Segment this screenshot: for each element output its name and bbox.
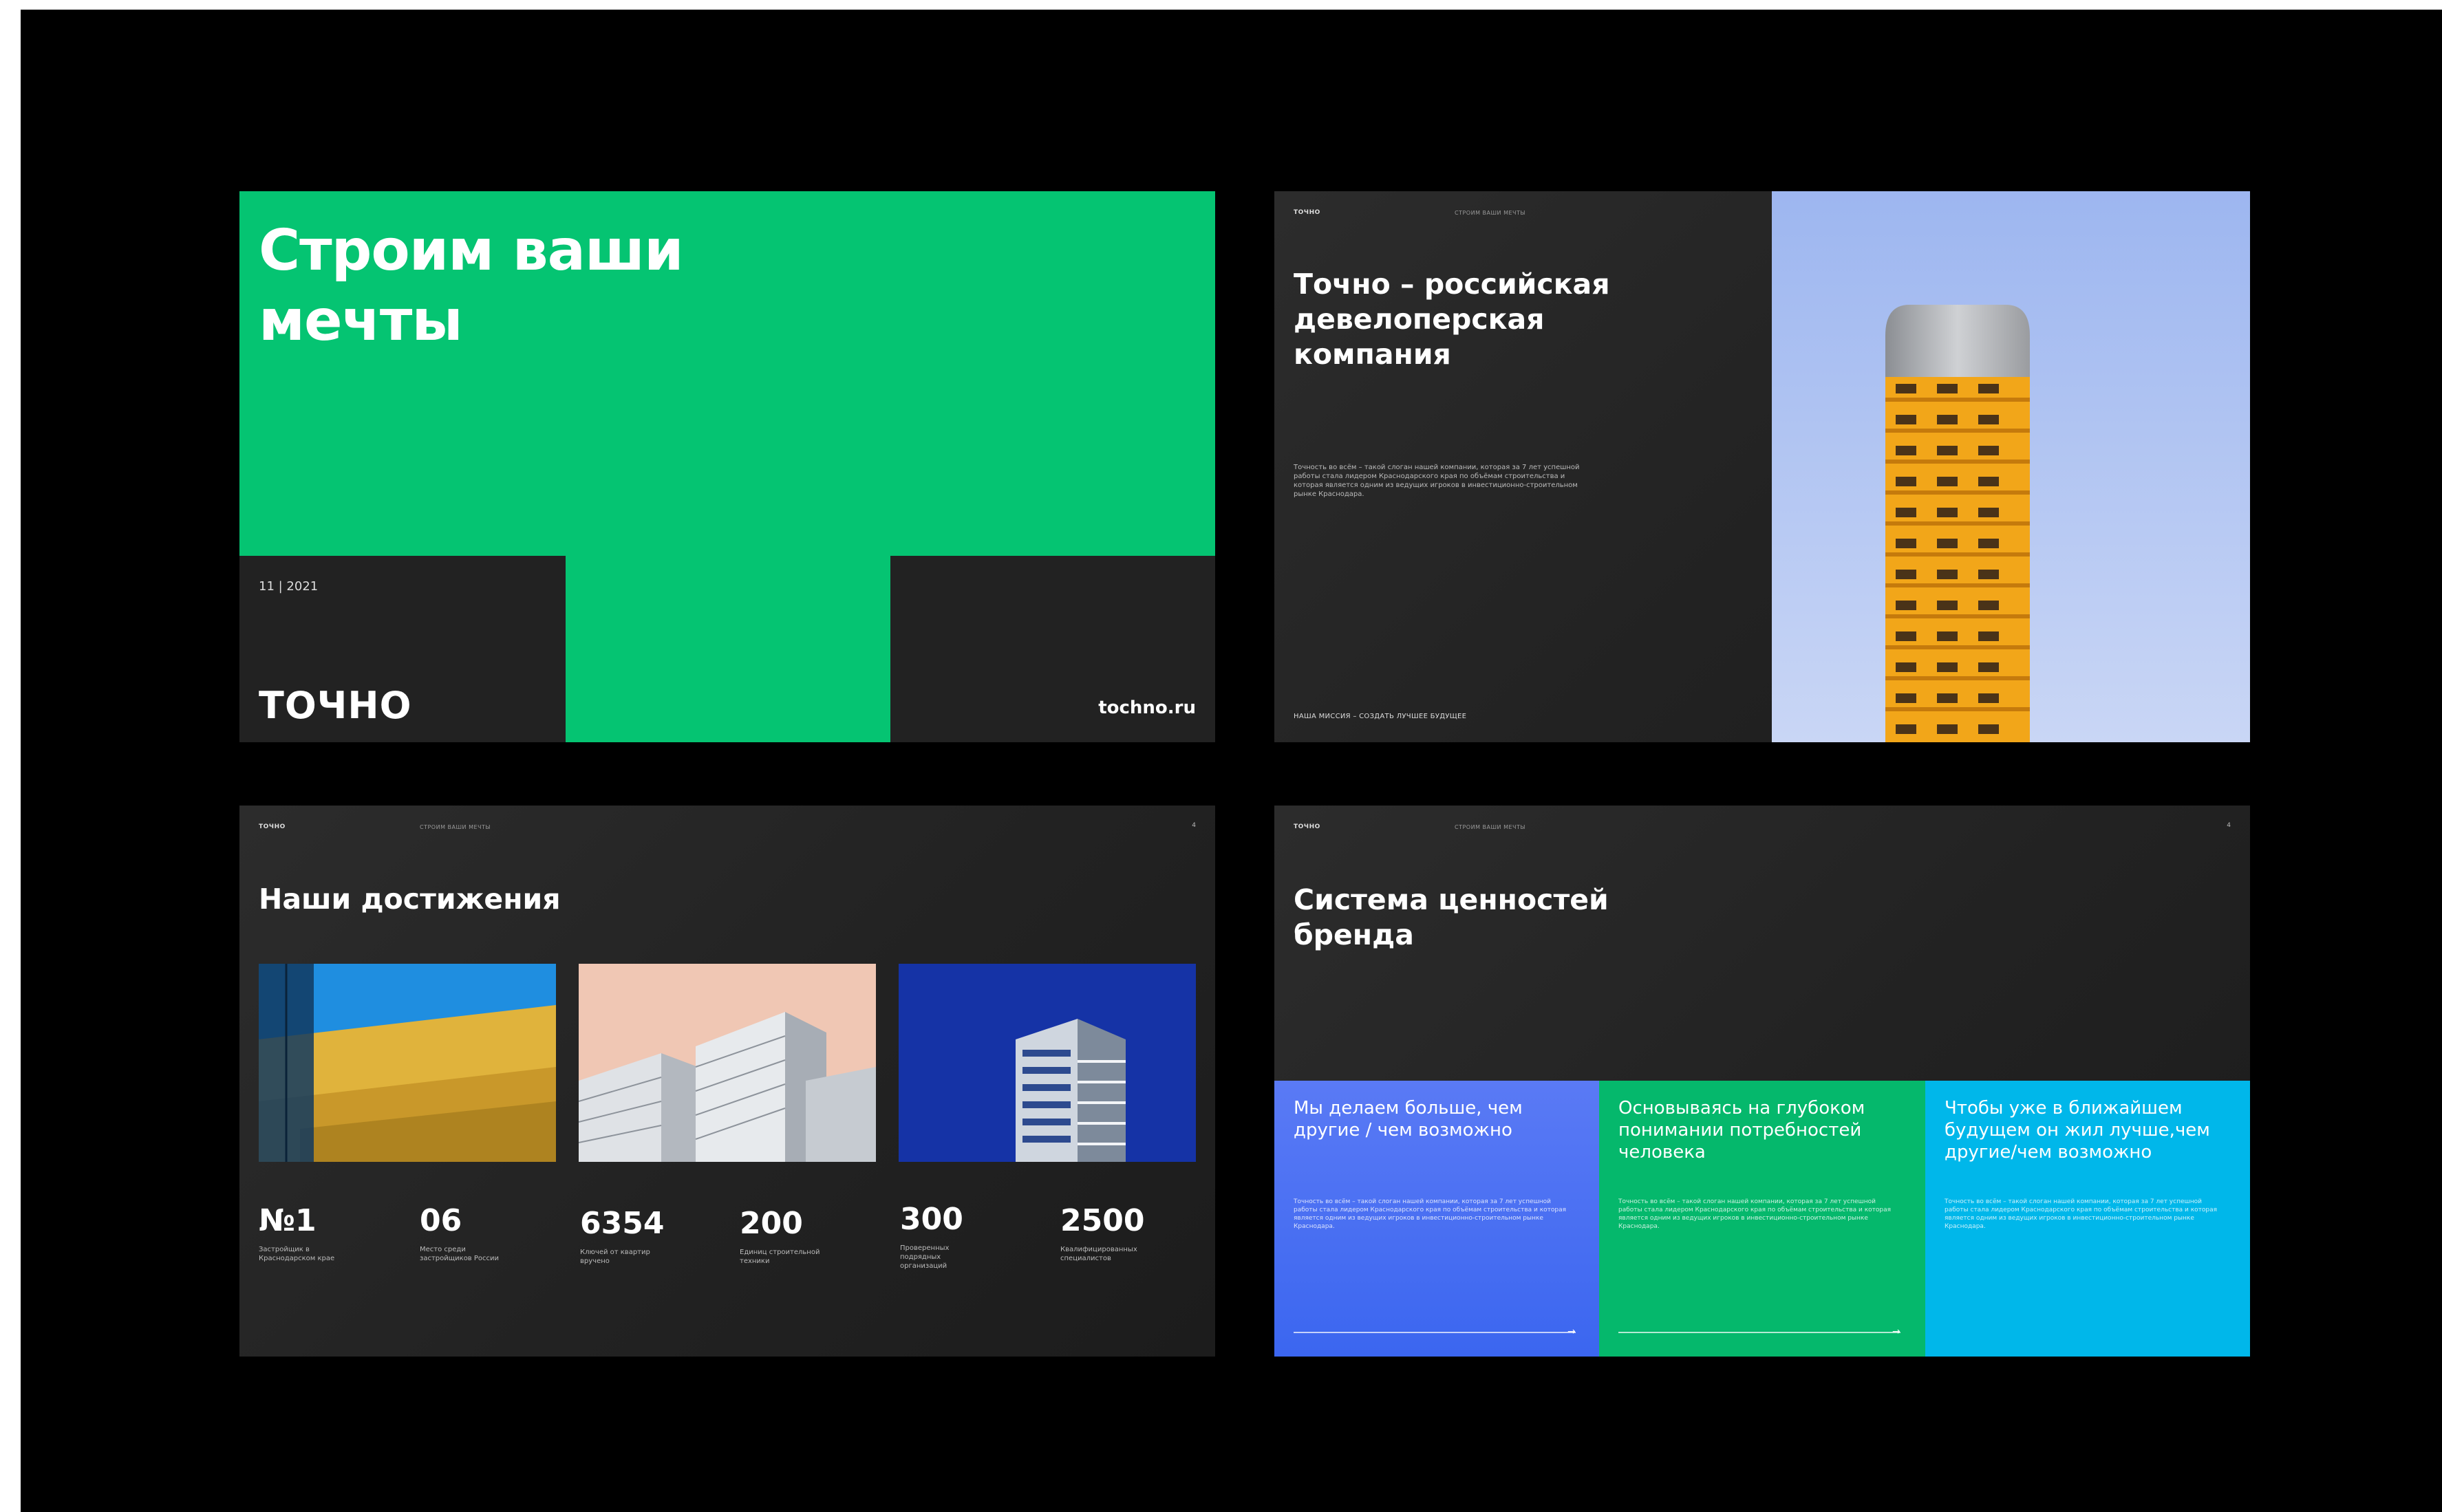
header-tagline: СТРОИМ ВАШИ МЕЧТЫ — [420, 824, 491, 830]
value-title: Основываясь на глубоком понимании потреб… — [1618, 1098, 1865, 1163]
header-logo: ТОЧНО — [259, 823, 286, 830]
cover-title: Строим ваши мечты — [259, 218, 684, 354]
cover-dark-block-right: tochno.ru — [890, 556, 1215, 742]
blue-tower-photo — [899, 964, 1196, 1162]
cover-dark-block-left: 11 | 2021 ТОЧНО — [239, 556, 566, 742]
stat-label: Единиц строительной техники — [740, 1249, 820, 1265]
value-text: Точность во всём – такой слоган нашей ко… — [1294, 1198, 1567, 1230]
stat-number: 2500 — [1060, 1203, 1145, 1238]
page-number: 4 — [1192, 822, 1196, 829]
white-buildings-photo — [579, 964, 876, 1162]
about-heading: Точно – российская девелоперская компани… — [1294, 268, 1610, 371]
header-logo: ТОЧНО — [1294, 823, 1320, 830]
page-number: 4 — [2227, 822, 2231, 829]
header-tagline: СТРОИМ ВАШИ МЕЧТЫ — [1455, 824, 1525, 830]
about-text-panel: ТОЧНО СТРОИМ ВАШИ МЕЧТЫ Точно – российск… — [1274, 191, 1772, 742]
stat-label: Проверенных подрядных организаций — [900, 1244, 950, 1270]
stat-number: 6354 — [580, 1206, 665, 1241]
arrow-right-icon: → — [1567, 1326, 1576, 1337]
presentation-canvas: Строим ваши мечты 11 | 2021 ТОЧНО tochno… — [21, 10, 2442, 1512]
value-title: Чтобы уже в ближайшем будущем он жил луч… — [1945, 1098, 2210, 1163]
stat-label: Ключей от квартир вручено — [580, 1249, 650, 1265]
value-text: Точность во всём – такой слоган нашей ко… — [1618, 1198, 1892, 1230]
value-panel: Чтобы уже в ближайшем будущем он жил луч… — [1925, 1081, 2250, 1357]
stat-item: №1 Застройщик в Краснодарском крае — [259, 1203, 348, 1263]
orange-tower-photo — [1772, 191, 2250, 742]
value-text: Точность во всём – такой слоган нашей ко… — [1945, 1198, 2218, 1230]
header-logo: ТОЧНО — [1294, 209, 1320, 216]
slide-achievements: ТОЧНО СТРОИМ ВАШИ МЕЧТЫ 4 Наши достижени… — [239, 806, 1215, 1357]
value-panel: Основываясь на глубоком понимании потреб… — [1599, 1081, 1925, 1357]
stat-item: 06 Место среди застройщиков России — [420, 1203, 509, 1263]
header-tagline: СТРОИМ ВАШИ МЕЧТЫ — [1455, 210, 1525, 216]
values-heading: Система ценностей бренда — [1294, 883, 1609, 951]
slide-cover: Строим ваши мечты 11 | 2021 ТОЧНО tochno… — [239, 191, 1215, 742]
stat-number: №1 — [259, 1203, 317, 1238]
stat-label: Застройщик в Краснодарском крае — [259, 1246, 335, 1262]
achievements-heading: Наши достижения — [259, 883, 561, 916]
stat-label: Место среди застройщиков России — [420, 1246, 500, 1262]
progress-line — [1618, 1332, 1900, 1333]
mission-caption: НАША МИССИЯ – СОЗДАТЬ ЛУЧШЕЕ БУДУЩЕЕ — [1294, 713, 1467, 720]
cover-date: 11 | 2021 — [259, 579, 319, 594]
slide-about: ТОЧНО СТРОИМ ВАШИ МЕЧТЫ Точно – российск… — [1274, 191, 2250, 742]
stat-item: 200 Единиц строительной техники — [740, 1206, 829, 1266]
stat-number: 200 — [740, 1206, 803, 1241]
stat-item: 2500 Квалифицированных специалистов — [1060, 1203, 1150, 1263]
yellow-facade-photo — [259, 964, 556, 1162]
stat-item: 6354 Ключей от квартир вручено — [580, 1206, 670, 1266]
stat-label: Квалифицированных специалистов — [1060, 1246, 1137, 1262]
about-paragraph: Точность во всём – такой слоган нашей ко… — [1294, 464, 1580, 498]
stat-number: 06 — [420, 1203, 462, 1238]
stat-number: 300 — [900, 1202, 963, 1237]
value-title: Мы делаем больше, чем другие / чем возмо… — [1294, 1098, 1523, 1141]
website-url: tochno.ru — [1098, 698, 1196, 718]
stat-item: 300 Проверенных подрядных организаций — [900, 1202, 989, 1271]
brand-logo: ТОЧНО — [259, 684, 412, 727]
slide-brand-values: ТОЧНО СТРОИМ ВАШИ МЕЧТЫ 4 Система ценнос… — [1274, 806, 2250, 1357]
progress-line — [1294, 1332, 1576, 1333]
arrow-right-icon: → — [1892, 1326, 1900, 1337]
value-panel: Мы делаем больше, чем другие / чем возмо… — [1274, 1081, 1599, 1357]
